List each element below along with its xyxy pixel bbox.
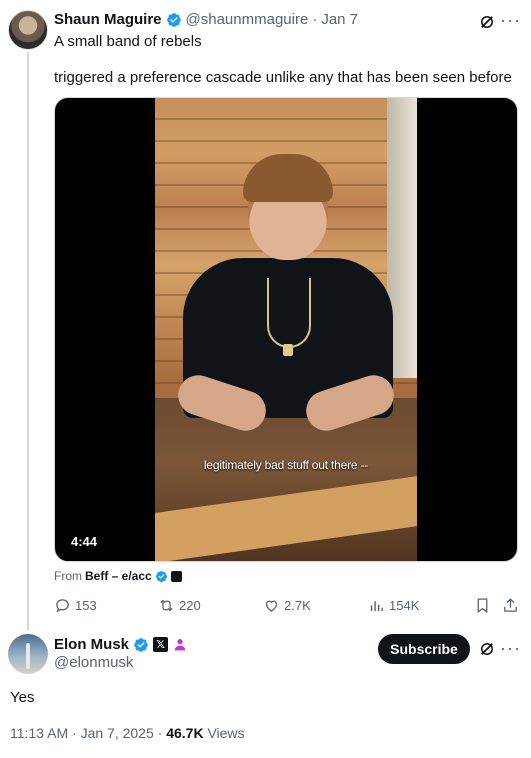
thread-connector-line — [27, 52, 29, 630]
verified-badge-icon — [155, 570, 167, 582]
share-icon — [504, 598, 517, 612]
tweet-date[interactable]: Jan 7 — [321, 11, 358, 28]
like-button[interactable]: 2.7K — [263, 597, 311, 614]
author-name[interactable]: Shaun Maguire — [54, 11, 162, 28]
main-tweet-header: Elon Musk 𝕏 — [54, 636, 188, 653]
share-button[interactable] — [502, 597, 519, 614]
like-count: 2.7K — [284, 598, 311, 613]
tweet-actions: 153 220 2.7K 154K — [54, 597, 520, 615]
repost-count: 220 — [179, 598, 201, 613]
tweet-time[interactable]: 11:13 AM — [10, 725, 68, 741]
subscribe-button[interactable]: Subscribe — [378, 634, 470, 664]
bookmark-button[interactable] — [474, 597, 491, 614]
verified-badge-icon — [134, 637, 148, 652]
like-icon — [265, 600, 278, 612]
video-frame: legitimately bad stuff out there -- — [155, 98, 417, 561]
x-badge-icon[interactable]: 𝕏 — [153, 637, 169, 652]
video-necklace — [267, 278, 311, 348]
tweet-text-line-1: A small band of rebels — [54, 33, 202, 50]
separator: · — [72, 725, 77, 741]
views-label: Views — [207, 725, 245, 741]
avatar-shaun-maguire[interactable] — [8, 10, 48, 50]
reply-icon — [56, 599, 69, 613]
more-icon[interactable]: ··· — [500, 639, 521, 657]
author-name[interactable]: Elon Musk — [54, 636, 129, 653]
verified-badge-icon — [166, 12, 181, 27]
affiliate-square-icon — [170, 570, 182, 582]
grok-icon[interactable] — [478, 640, 496, 658]
more-icon[interactable]: ··· — [500, 11, 521, 29]
views-count: 46.7K — [166, 725, 204, 741]
views-count: 154K — [389, 598, 420, 613]
tweet-text-line-2: triggered a preference cascade unlike an… — [54, 69, 512, 86]
grok-icon[interactable] — [478, 13, 496, 31]
views-button[interactable]: 154K — [368, 597, 419, 614]
reply-count: 153 — [75, 598, 97, 613]
separator: · — [312, 11, 318, 28]
from-source-link[interactable]: Beff – e/acc — [85, 569, 152, 583]
author-handle[interactable]: @shaunmmaguire — [186, 11, 309, 28]
repost-button[interactable]: 220 — [158, 597, 201, 614]
tweet-meta: 11:13 AM · Jan 7, 2025 · 46.7K Views — [10, 725, 245, 741]
video-attribution: From Beff – e/acc — [54, 569, 182, 583]
main-tweet-text: Yes — [10, 689, 35, 706]
from-label: From — [54, 569, 82, 583]
affiliate-badge-icon — [174, 638, 186, 650]
tweet-date[interactable]: Jan 7, 2025 — [81, 725, 154, 741]
video-player[interactable]: legitimately bad stuff out there -- 4:44 — [54, 97, 518, 562]
separator: · — [157, 725, 163, 741]
bookmark-icon — [477, 598, 488, 614]
tweet-header: Shaun Maguire @shaunmmaguire · Jan 7 — [54, 11, 358, 28]
video-caption: legitimately bad stuff out there -- — [203, 458, 369, 472]
author-handle[interactable]: @elonmusk — [54, 654, 133, 671]
reply-button[interactable]: 153 — [54, 597, 97, 614]
video-pendant — [283, 344, 293, 356]
repost-icon — [160, 599, 173, 612]
views-icon — [370, 601, 383, 612]
video-duration: 4:44 — [71, 534, 98, 549]
avatar-elon-musk[interactable] — [8, 634, 48, 674]
